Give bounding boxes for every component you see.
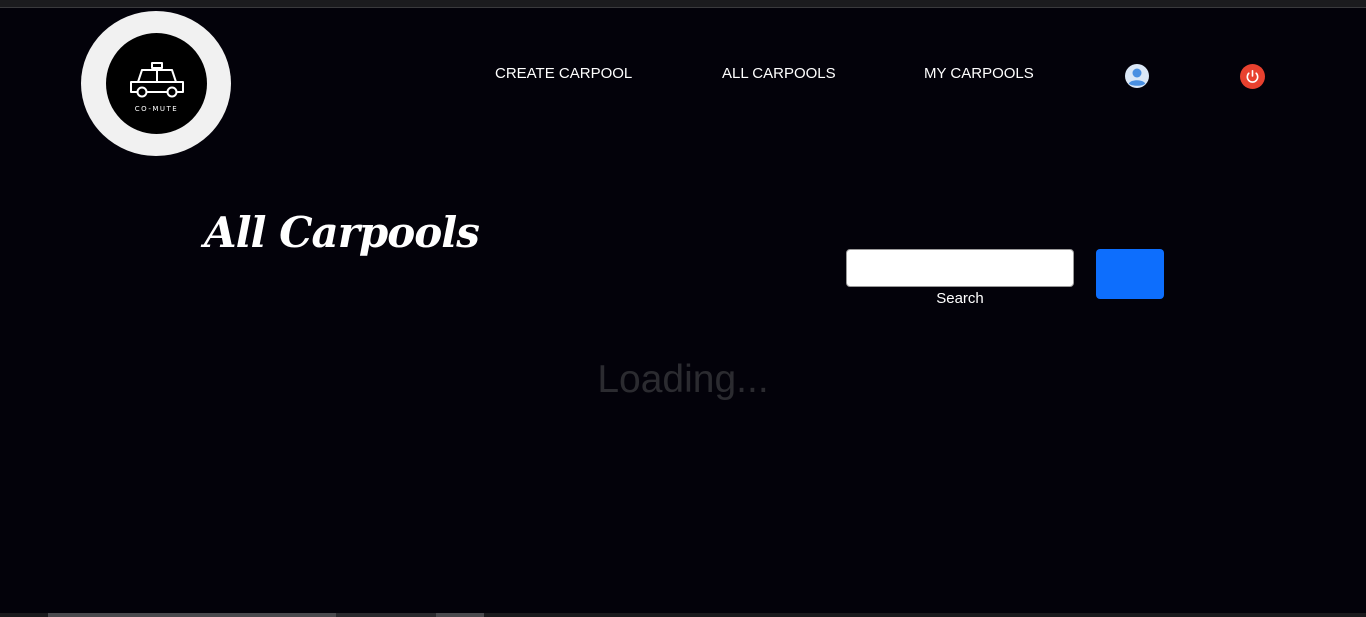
page: CO-MUTE CREATE CARPOOL ALL CARPOOLS MY C…	[0, 0, 1366, 617]
window-top-border	[0, 0, 1366, 8]
user-avatar-icon[interactable]	[1125, 64, 1149, 88]
logo[interactable]: CO-MUTE	[81, 11, 231, 156]
page-title: All Carpools	[204, 208, 480, 257]
search-label: Search	[936, 290, 984, 307]
nav-my-carpools[interactable]: MY CARPOOLS	[924, 65, 1034, 82]
nav-create-carpool[interactable]: CREATE CARPOOL	[495, 65, 632, 82]
horizontal-scrollbar[interactable]	[0, 613, 1366, 617]
loading-indicator: Loading...	[597, 358, 769, 401]
power-icon[interactable]	[1240, 64, 1265, 89]
nav-all-carpools[interactable]: ALL CARPOOLS	[722, 65, 836, 82]
search-input[interactable]	[846, 249, 1074, 287]
scrollbar-segment	[336, 613, 436, 617]
logo-text: CO-MUTE	[134, 105, 179, 113]
taxi-car-icon	[130, 62, 184, 98]
logo-badge: CO-MUTE	[106, 33, 207, 134]
search-button[interactable]	[1096, 249, 1164, 299]
